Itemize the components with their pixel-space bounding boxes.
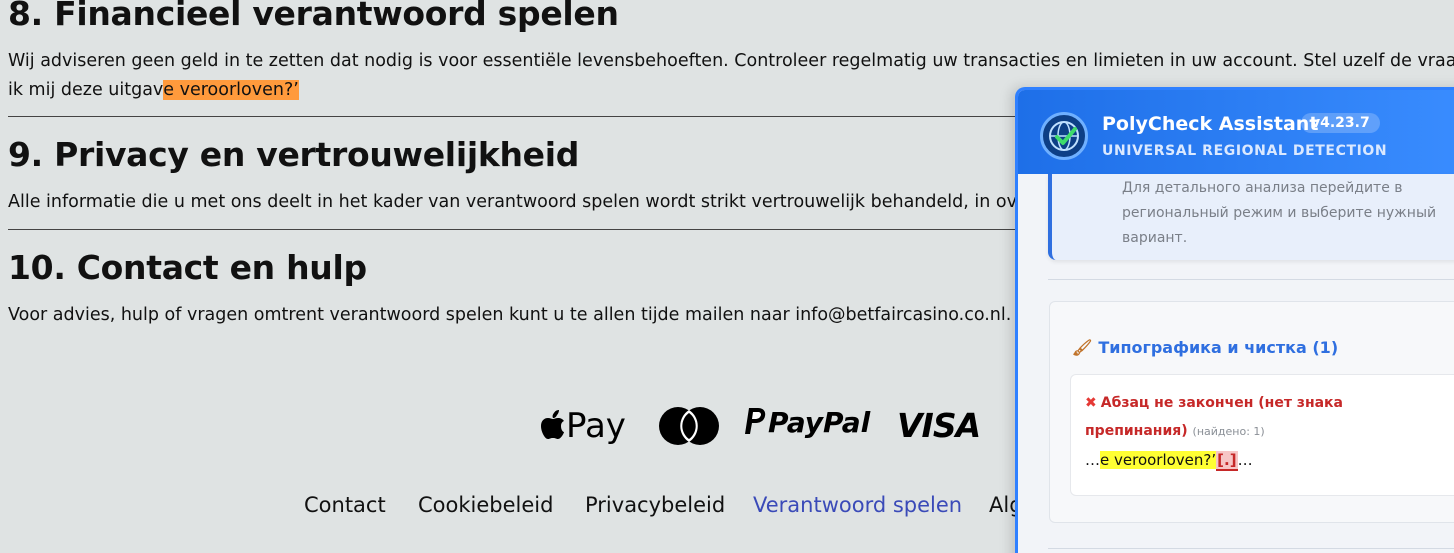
visa-logo: VISA — [897, 406, 981, 445]
snippet-prefix: … — [1085, 451, 1100, 469]
issue-title: ✖ Абзац не закончен (нет знака препинания… — [1085, 389, 1375, 446]
snippet-suffix: … — [1237, 451, 1253, 469]
panel-header: PolyCheck Assistant v4.23.7 UNIVERSAL RE… — [1018, 90, 1454, 174]
apple-pay-label: Pay — [566, 406, 626, 446]
section-body-10: Voor advies, hulp of vragen omtrent vera… — [8, 305, 1012, 325]
polycheck-logo-icon — [1040, 112, 1088, 160]
info-text: Для детального анализа перейдите в регио… — [1122, 180, 1437, 246]
info-card: Для детального анализа перейдите в регио… — [1048, 174, 1454, 260]
issue-count: (найдено: 1) — [1192, 425, 1265, 438]
brush-icon: 🖌 — [1072, 338, 1093, 357]
footer-link-cookiebeleid[interactable]: Cookiebeleid — [418, 493, 553, 517]
section-heading[interactable]: 🖌 Типографика и чистка (1) — [1072, 338, 1338, 357]
section-body-9: Alle informatie die u met ons deelt in h… — [8, 192, 1017, 212]
divider — [8, 229, 1028, 230]
section-body-8-text: ik mij deze uitgav — [8, 80, 164, 100]
panel-subtitle: UNIVERSAL REGIONAL DETECTION — [1102, 143, 1388, 159]
globe-check-icon — [1049, 121, 1079, 151]
page: 8. Financieel verantwoord spelen Wij adv… — [0, 0, 1454, 553]
highlighted-text: e veroorloven?’ — [163, 80, 299, 100]
apple-icon — [541, 410, 564, 439]
section-title-10: 10. Contact en hulp — [8, 248, 367, 287]
mastercard-icon — [659, 407, 719, 445]
footer-link-privacybeleid[interactable]: Privacybeleid — [585, 493, 725, 517]
paypal-logo: PayPal — [744, 406, 870, 439]
section-title-8: 8. Financieel verantwoord spelen — [8, 0, 619, 33]
issue-card[interactable]: ✖ Абзац не закончен (нет знака препинания… — [1070, 374, 1454, 496]
section-title-9: 9. Privacy en vertrouwelijkheid — [8, 135, 580, 174]
issue-snippet: …e veroorloven?’[.]… — [1085, 451, 1253, 471]
divider — [8, 116, 1028, 117]
polycheck-panel: PolyCheck Assistant v4.23.7 UNIVERSAL RE… — [1015, 87, 1454, 553]
paypal-label: PayPal — [768, 406, 871, 439]
snippet-highlight: e veroorloven?’ — [1100, 451, 1217, 469]
version-badge: v4.23.7 — [1301, 113, 1380, 133]
section-heading-label: Типографика и чистка (1) — [1098, 338, 1339, 357]
footer-link-contact[interactable]: Contact — [304, 493, 386, 517]
section-body-8-line2: ik mij deze uitgave veroorloven?’ — [8, 76, 299, 105]
panel-title: PolyCheck Assistant — [1102, 113, 1319, 135]
apple-pay-logo: Pay — [540, 406, 626, 446]
paypal-icon — [745, 408, 766, 434]
panel-divider — [1048, 279, 1454, 280]
missing-punctuation-marker: [.] — [1216, 451, 1238, 471]
panel-divider — [1048, 548, 1454, 549]
typography-section: 🖌 Типографика и чистка (1) ✖ Абзац не зако… — [1049, 301, 1454, 523]
footer-link-verantwoord-spelen[interactable]: Verantwoord spelen — [753, 493, 962, 517]
x-icon: ✖ — [1085, 395, 1097, 411]
section-body-8-line1: Wij adviseren geen geld in te zetten dat… — [8, 51, 1454, 71]
